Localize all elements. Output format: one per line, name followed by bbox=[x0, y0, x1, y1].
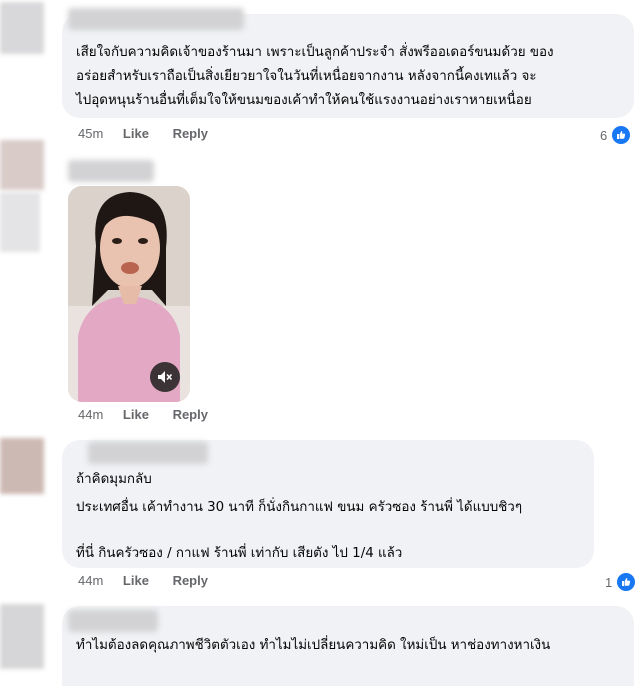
thumbs-up-icon bbox=[615, 571, 638, 593]
comment-actions: 44m Like Reply bbox=[78, 407, 228, 422]
timestamp[interactable]: 44m bbox=[78, 573, 103, 588]
like-button[interactable]: Like bbox=[123, 407, 149, 422]
commenter-name-redacted[interactable] bbox=[88, 442, 208, 464]
commenter-name-redacted[interactable] bbox=[68, 8, 244, 30]
avatar[interactable] bbox=[0, 140, 44, 190]
comment-actions: 44m Like Reply bbox=[78, 573, 228, 588]
comment-text-line bbox=[76, 520, 522, 542]
comment-text-line: ประเทศอื่น เค้าทำงาน 30 นาที ก็นั่งกินกา… bbox=[76, 500, 523, 515]
reaction-number: 6 bbox=[600, 127, 608, 143]
comment-text-line: ไปอุดหนุนร้านอื่นที่เต็มใจให้ขนมของเค้าท… bbox=[76, 93, 532, 108]
commenter-name-redacted[interactable] bbox=[68, 160, 154, 182]
avatar[interactable] bbox=[0, 604, 44, 669]
comment-bubble: ถ้าคิดมุมกลับ ประเทศอื่น เค้าทำงาน 30 นา… bbox=[62, 440, 594, 568]
commenter-name-redacted[interactable] bbox=[68, 610, 158, 632]
reaction-number: 1 bbox=[605, 574, 613, 590]
reply-button[interactable]: Reply bbox=[173, 407, 208, 422]
comment-bubble: ทำไมต้องลดคุณภาพชีวิตตัวเอง ทำไมไม่เปลี่… bbox=[62, 606, 634, 686]
timestamp[interactable]: 45m bbox=[78, 126, 103, 141]
comment-text-line: ทำไมต้องลดคุณภาพชีวิตตัวเอง ทำไมไม่เปลี่… bbox=[76, 638, 551, 653]
like-button[interactable]: Like bbox=[123, 573, 149, 588]
like-button[interactable]: Like bbox=[123, 126, 149, 141]
speaker-muted-icon bbox=[158, 371, 173, 383]
thumbs-up-icon bbox=[610, 124, 633, 146]
avatar-blur-edge bbox=[0, 192, 40, 252]
comment-bubble: เสียใจกับความคิดเจ้าของร้านมา เพราะเป็นล… bbox=[62, 8, 634, 118]
comment-text-line: ที่นี่ กินครัวซอง / กาแฟ ร้านพี่ เท่ากับ… bbox=[76, 546, 403, 561]
reply-button[interactable]: Reply bbox=[173, 573, 208, 588]
reaction-count[interactable]: 6 bbox=[600, 124, 633, 146]
avatar[interactable] bbox=[0, 438, 44, 494]
reaction-count[interactable]: 1 bbox=[605, 571, 638, 593]
reply-button[interactable]: Reply bbox=[173, 126, 208, 141]
comment-text-line: ถ้าคิดมุมกลับ bbox=[76, 472, 152, 487]
comment-actions: 45m Like Reply bbox=[78, 126, 228, 141]
timestamp[interactable]: 44m bbox=[78, 407, 103, 422]
comment-text-line: อร่อยสำหรับเราถือเป็นสิ่งเยียวยาใจในวันท… bbox=[76, 69, 537, 84]
video-attachment[interactable] bbox=[68, 186, 190, 402]
mute-button[interactable] bbox=[150, 362, 180, 392]
comment-text-line: เสียใจกับความคิดเจ้าของร้านมา เพราะเป็นล… bbox=[76, 45, 554, 60]
avatar[interactable] bbox=[0, 2, 44, 54]
